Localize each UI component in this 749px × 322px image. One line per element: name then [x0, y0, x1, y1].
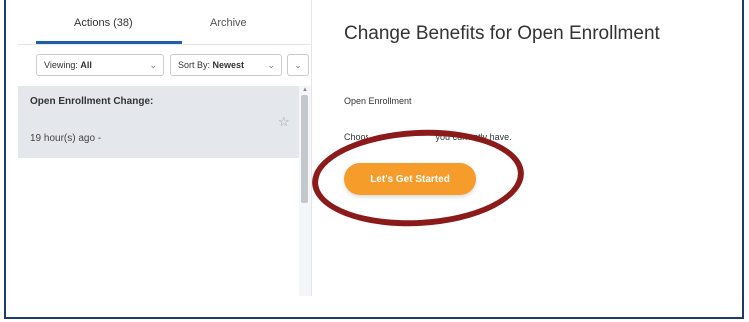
- item-timestamp: 19 hour(s) ago -: [30, 133, 102, 144]
- chevron-down-icon: ⌄: [267, 60, 275, 70]
- viewing-value: All: [80, 60, 92, 70]
- scrollbar-thumb[interactable]: [301, 95, 308, 203]
- annotation-mask: [368, 126, 434, 148]
- chevron-down-icon: ⌄: [149, 60, 157, 70]
- detail-panel: Change Benefits for Open Enrollment Open…: [312, 0, 740, 296]
- more-options-button[interactable]: ⌄: [287, 54, 309, 76]
- scroll-up-arrow-icon[interactable]: ▲: [302, 87, 308, 93]
- chevron-down-icon: ⌄: [294, 60, 302, 70]
- sort-value: Newest: [212, 60, 245, 70]
- tab-archive[interactable]: Archive: [210, 17, 247, 29]
- viewing-prefix: Viewing:: [44, 60, 81, 70]
- sort-prefix: Sort By:: [178, 60, 213, 70]
- lets-get-started-button[interactable]: Let's Get Started: [344, 163, 476, 195]
- tab-actions[interactable]: Actions (38): [74, 17, 133, 29]
- item-title: Open Enrollment Change:: [30, 96, 154, 107]
- inbox-panel: Actions (38) Archive Viewing: All ⌄ Sort…: [18, 0, 312, 296]
- star-icon[interactable]: ☆: [278, 114, 290, 130]
- sort-dropdown[interactable]: Sort By: Newest ⌄: [170, 54, 282, 76]
- viewing-dropdown[interactable]: Viewing: All ⌄: [36, 54, 164, 76]
- page-title: Change Benefits for Open Enrollment: [344, 23, 660, 44]
- inbox-tabs: Actions (38) Archive: [18, 0, 311, 45]
- inbox-list-item[interactable]: Open Enrollment Change: 19 hour(s) ago -…: [18, 86, 299, 158]
- filter-bar: Viewing: All ⌄ Sort By: Newest ⌄ ⌄: [18, 44, 311, 87]
- section-label: Open Enrollment: [344, 96, 412, 106]
